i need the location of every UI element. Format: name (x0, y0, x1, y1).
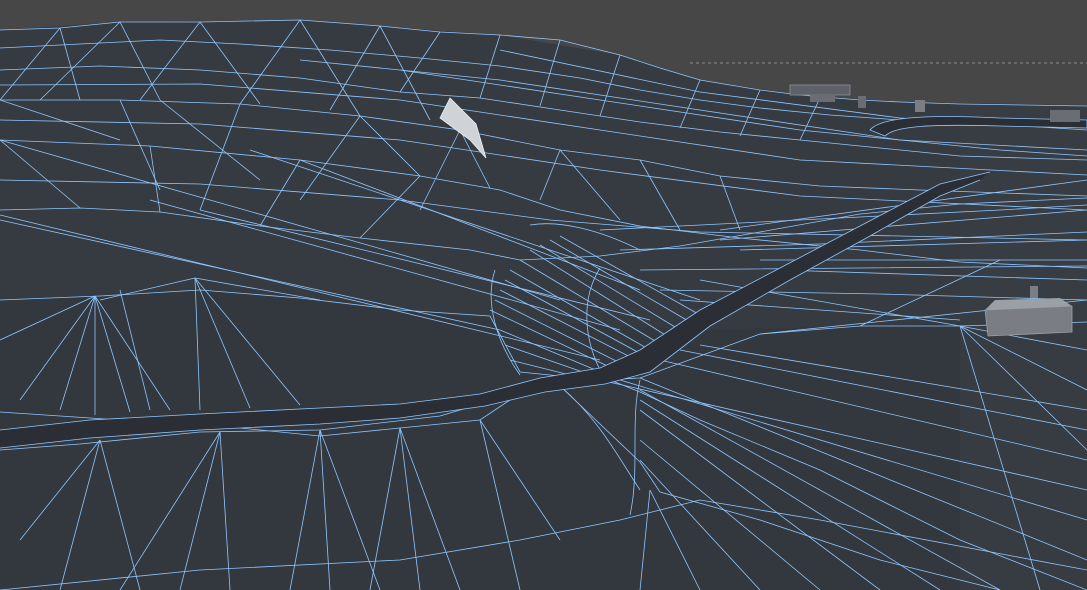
building-block[interactable] (984, 305, 1073, 337)
terrain-lower-surface (0, 290, 1087, 590)
building[interactable] (915, 100, 925, 112)
3d-viewport[interactable] (0, 0, 1087, 590)
building[interactable] (789, 84, 851, 96)
building[interactable] (810, 94, 835, 102)
terrain-wireframe-render[interactable] (0, 0, 1087, 590)
building[interactable] (858, 96, 866, 108)
building[interactable] (1050, 110, 1080, 122)
building-chimney (1030, 286, 1038, 298)
